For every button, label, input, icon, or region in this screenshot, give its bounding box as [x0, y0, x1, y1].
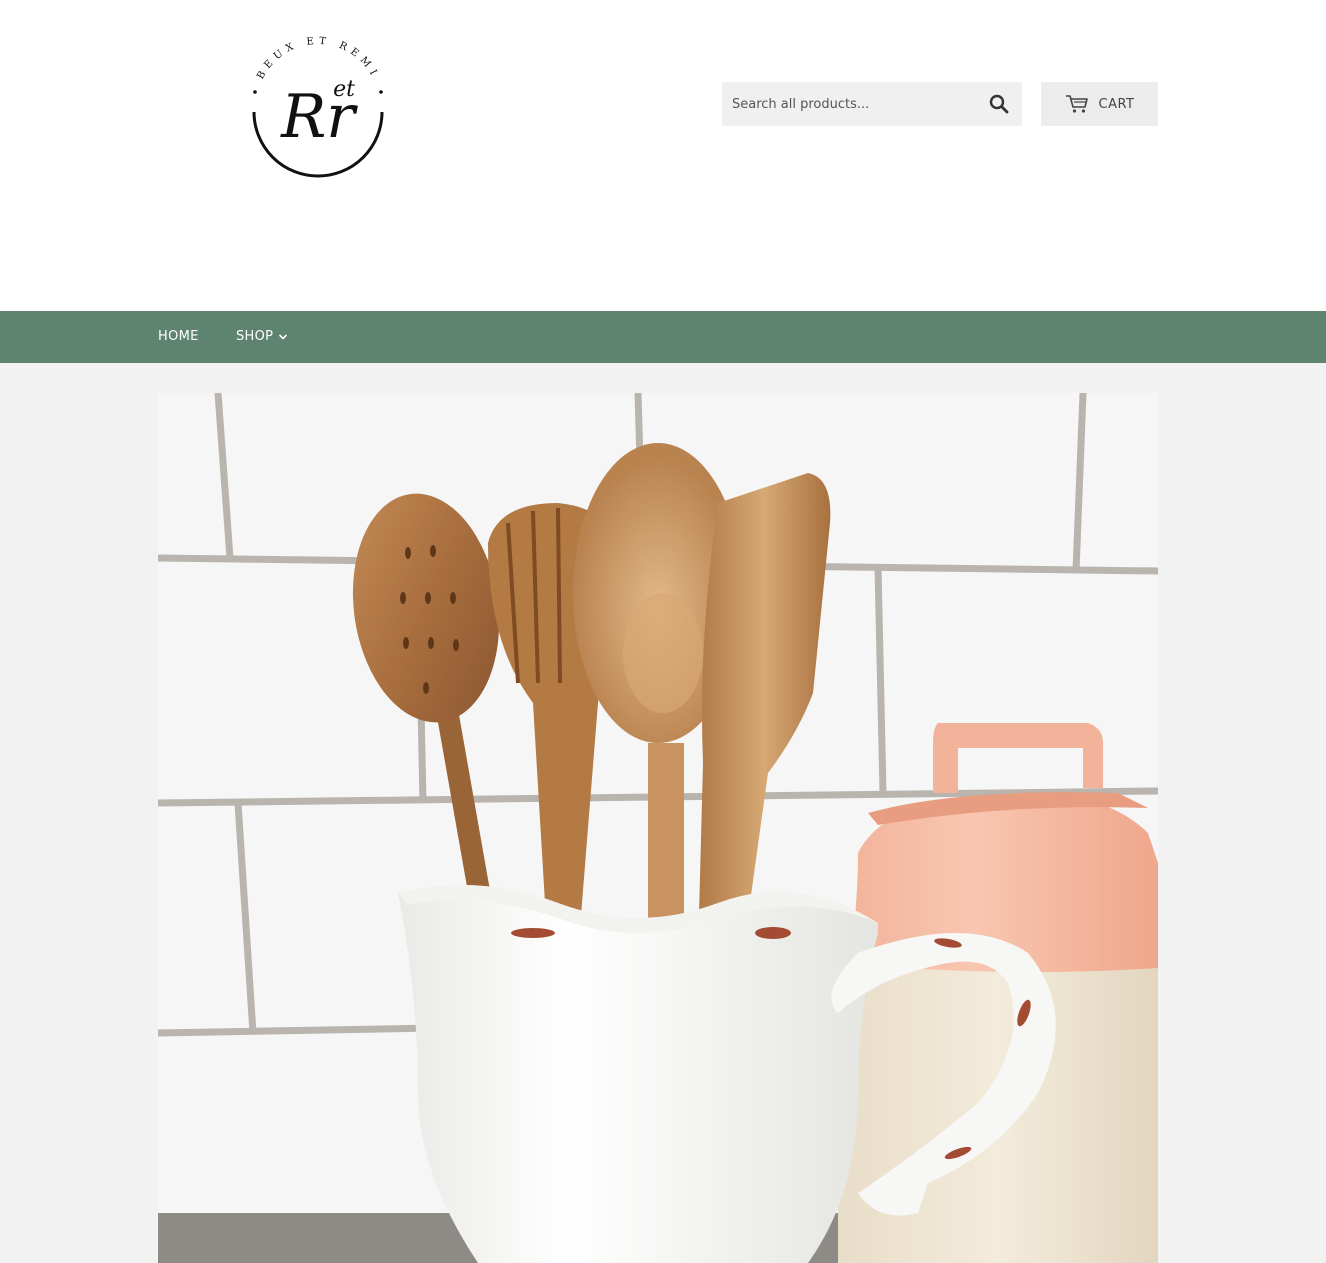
main-nav: HOME SHOP: [0, 311, 1326, 363]
cart-label: CART: [1098, 96, 1135, 112]
search-icon[interactable]: [988, 93, 1010, 115]
logo-arc-text: BEUX ET REMI: [255, 36, 381, 82]
search-input[interactable]: [722, 82, 977, 126]
site-header: BEUX ET REMI Rr et CART: [0, 0, 1326, 311]
chevron-down-icon: [279, 334, 288, 340]
cart-button[interactable]: CART: [1041, 82, 1158, 126]
logo-monogram-small: et: [333, 77, 355, 102]
nav-item-shop-label: SHOP: [236, 329, 274, 344]
cart-icon: [1065, 94, 1089, 114]
search-form: [722, 82, 1022, 126]
nav-item-shop[interactable]: SHOP: [236, 311, 288, 363]
site-logo[interactable]: BEUX ET REMI Rr et: [158, 0, 483, 265]
hero-image: [158, 393, 1158, 1263]
nav-item-home[interactable]: HOME: [158, 311, 199, 363]
